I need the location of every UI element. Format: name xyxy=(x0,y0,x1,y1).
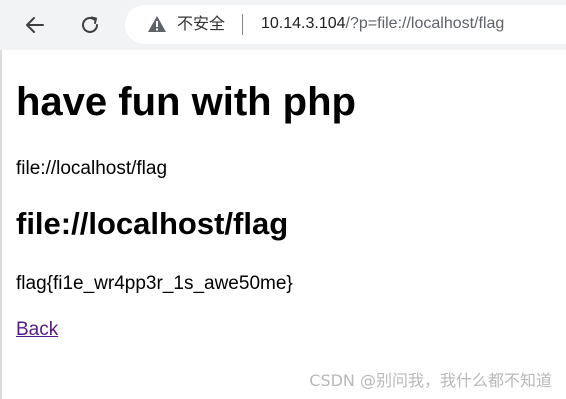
page-content: have fun with php file://localhost/flag … xyxy=(0,50,566,399)
flag-text: flag{fi1e_wr4pp3r_1s_awe50me} xyxy=(16,273,293,294)
page-subtitle: file://localhost/flag xyxy=(16,206,289,241)
url-text[interactable]: 10.14.3.104/?p=file://localhost/flag xyxy=(261,14,504,34)
back-link[interactable]: Back xyxy=(16,318,58,342)
reload-icon xyxy=(82,16,98,33)
reload-button[interactable] xyxy=(74,9,106,41)
back-button[interactable] xyxy=(19,9,51,41)
url-host: 10.14.3.104 xyxy=(261,15,346,32)
security-status-label[interactable]: 不安全 xyxy=(177,14,225,34)
address-bar[interactable]: 不安全 10.14.3.104/?p=file://localhost/flag xyxy=(125,5,566,44)
echo-value: file://localhost/flag xyxy=(16,158,168,179)
url-path: /?p=file://localhost/flag xyxy=(345,15,505,32)
browser-toolbar: 不安全 10.14.3.104/?p=file://localhost/flag xyxy=(0,0,566,50)
warning-triangle-icon[interactable] xyxy=(147,15,167,33)
window-edge xyxy=(0,50,2,399)
omnibox-divider xyxy=(242,14,243,35)
watermark: CSDN @别问我，我什么都不知道 xyxy=(309,371,552,390)
page-title: have fun with php xyxy=(16,80,356,124)
arrow-left-icon xyxy=(26,17,44,33)
